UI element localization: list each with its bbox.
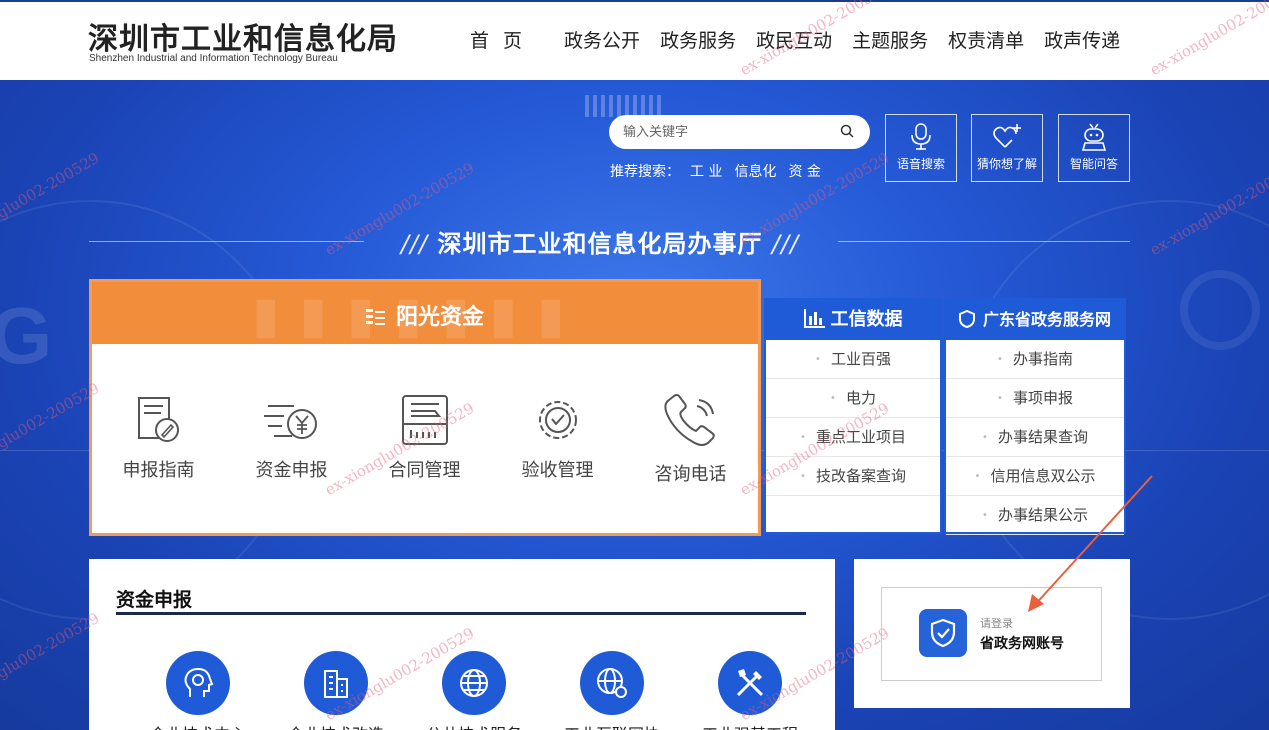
apply-item-public-service[interactable]: 公共技术服务 (405, 651, 543, 730)
apply-item-label: 工业强基工程 (681, 721, 819, 730)
sunshine-item-contract[interactable]: 合同管理 (358, 392, 491, 486)
bar-chart-icon (803, 309, 825, 328)
smart-qa-button[interactable]: 智能问答 (1058, 114, 1130, 182)
apply-item-foundation[interactable]: 工业强基工程 (681, 651, 819, 730)
apply-item-label: 工业互联网协 (543, 721, 681, 730)
nav-topics[interactable]: 主题服务 (852, 26, 928, 53)
logo-title[interactable]: 深圳市工业和信息化局 (88, 14, 398, 58)
sunshine-item-label: 咨询电话 (654, 464, 727, 485)
microphone-icon (911, 123, 931, 150)
nav-gov-affairs[interactable]: 政务公开 (564, 26, 640, 53)
panel-header: 广东省政务服务网 (946, 300, 1124, 340)
sunshine-item-label: 申报指南 (122, 460, 195, 481)
industry-data-panel: 工信数据 工业百强 电力 重点工业项目 技改备案查询 (764, 298, 942, 534)
quick-button-label: 猜你想了解 (976, 157, 1037, 171)
decor-letter: G (0, 291, 53, 380)
apply-item-label: 企业技术改造 (267, 721, 405, 730)
apply-item-label: 企业技术中心 (129, 721, 267, 730)
site-header: 深圳市工业和信息化局 Shenzhen Industrial and Infor… (0, 0, 1269, 80)
apply-item-tech-upgrade[interactable]: 企业技术改造 (267, 651, 405, 730)
recommend-link[interactable]: 资 金 (788, 161, 820, 181)
login-subtitle: 请登录 (980, 617, 1013, 630)
apply-item-industrial-internet[interactable]: 工业互联网协 (543, 651, 681, 730)
document-pen-icon (137, 397, 179, 442)
quick-button-label: 语音搜索 (896, 157, 945, 171)
fund-apply-panel: 资金申报 企业技术中心 企业技术改造 公共技术服务 工业互联网协 (89, 559, 835, 730)
tools-icon (718, 651, 782, 715)
sunshine-items: 申报指南 资金申报 合同管理 验收管理 咨询电话 (92, 392, 758, 486)
recommend-link[interactable]: 信息化 (734, 161, 776, 181)
panel-title: 工信数据 (830, 309, 903, 330)
recommend-link[interactable]: 工 业 (690, 161, 722, 181)
sunshine-item-label: 资金申报 (255, 460, 328, 481)
section-title: /// 深圳市工业和信息化局办事厅 /// (400, 230, 800, 258)
shield-icon (958, 309, 975, 329)
list-item[interactable]: 办事指南 (946, 340, 1124, 379)
voice-search-button[interactable]: 语音搜索 (885, 114, 957, 182)
search-input[interactable] (623, 121, 823, 143)
panel-header: 工信数据 (766, 300, 940, 340)
list-item[interactable]: 重点工业项目 (766, 418, 940, 457)
list-icon (365, 309, 385, 325)
shield-check-icon (919, 609, 967, 657)
sunshine-fund-panel: ▮▮▮▮▮▮▮ 阳光资金 申报指南 资金申报 合同管理 验收管理 咨询电话 (89, 279, 761, 536)
sunshine-title-text: 阳光资金 (395, 305, 484, 330)
list-item[interactable]: 事项申报 (946, 379, 1124, 418)
panel-title: 广东省政务服务网 (982, 310, 1111, 329)
sunshine-header: ▮▮▮▮▮▮▮ 阳光资金 (92, 282, 758, 344)
main-nav: 首 页 政务公开 政务服务 政民互动 主题服务 权责清单 政声传递 (470, 26, 1140, 53)
quick-button-label: 智能问答 (1069, 157, 1118, 171)
sunshine-title: 阳光资金 (92, 299, 758, 331)
sunshine-item-label: 验收管理 (521, 460, 594, 481)
divider (116, 612, 806, 615)
yuan-coin-icon (263, 405, 317, 439)
divider (838, 241, 1130, 242)
decor-bars (585, 95, 665, 117)
login-label: 省政务网账号 (980, 636, 1064, 652)
annotation-arrow (1028, 475, 1153, 612)
recommend-label: 推荐搜索： (610, 164, 680, 180)
robot-icon (1081, 123, 1107, 151)
search-icon[interactable] (840, 124, 854, 138)
decor-gear (1180, 270, 1260, 350)
nav-power-list[interactable]: 权责清单 (948, 26, 1024, 53)
heart-plus-icon (993, 124, 1021, 148)
logo-subtitle: Shenzhen Industrial and Information Tech… (89, 53, 338, 64)
search-box (609, 115, 870, 149)
apply-item-label: 公共技术服务 (405, 721, 543, 730)
sunshine-item-label: 合同管理 (388, 460, 461, 481)
section-title-text: 深圳市工业和信息化局办事厅 (437, 230, 763, 258)
phone-icon (663, 394, 715, 446)
building-icon (304, 651, 368, 715)
apply-title: 资金申报 (116, 589, 193, 611)
nav-gov-services[interactable]: 政务服务 (660, 26, 736, 53)
nav-interaction[interactable]: 政民互动 (756, 26, 832, 53)
head-gear-icon (166, 651, 230, 715)
gear-check-icon (538, 401, 577, 439)
divider (89, 241, 364, 242)
guess-button[interactable]: 猜你想了解 (971, 114, 1043, 182)
apply-item-tech-center[interactable]: 企业技术中心 (129, 651, 267, 730)
nav-home[interactable]: 首 页 (470, 26, 526, 53)
industry-data-list: 工业百强 电力 重点工业项目 技改备案查询 (766, 340, 940, 496)
list-item[interactable]: 技改备案查询 (766, 457, 940, 496)
list-item[interactable]: 办事结果查询 (946, 418, 1124, 457)
contract-printer-icon (401, 395, 448, 445)
apply-items: 企业技术中心 企业技术改造 公共技术服务 工业互联网协 工业强基工程 (129, 651, 819, 730)
globe-gear-icon (580, 651, 644, 715)
sunshine-item-apply[interactable]: 资金申报 (225, 392, 358, 486)
nav-voice[interactable]: 政声传递 (1044, 26, 1120, 53)
sunshine-item-guide[interactable]: 申报指南 (92, 392, 225, 486)
list-item[interactable]: 工业百强 (766, 340, 940, 379)
list-item[interactable]: 电力 (766, 379, 940, 418)
recommended-search: 推荐搜索： 工 业 信息化 资 金 (610, 161, 833, 181)
globe-icon (442, 651, 506, 715)
sunshine-item-acceptance[interactable]: 验收管理 (491, 392, 624, 486)
sunshine-item-phone[interactable]: 咨询电话 (624, 392, 757, 486)
